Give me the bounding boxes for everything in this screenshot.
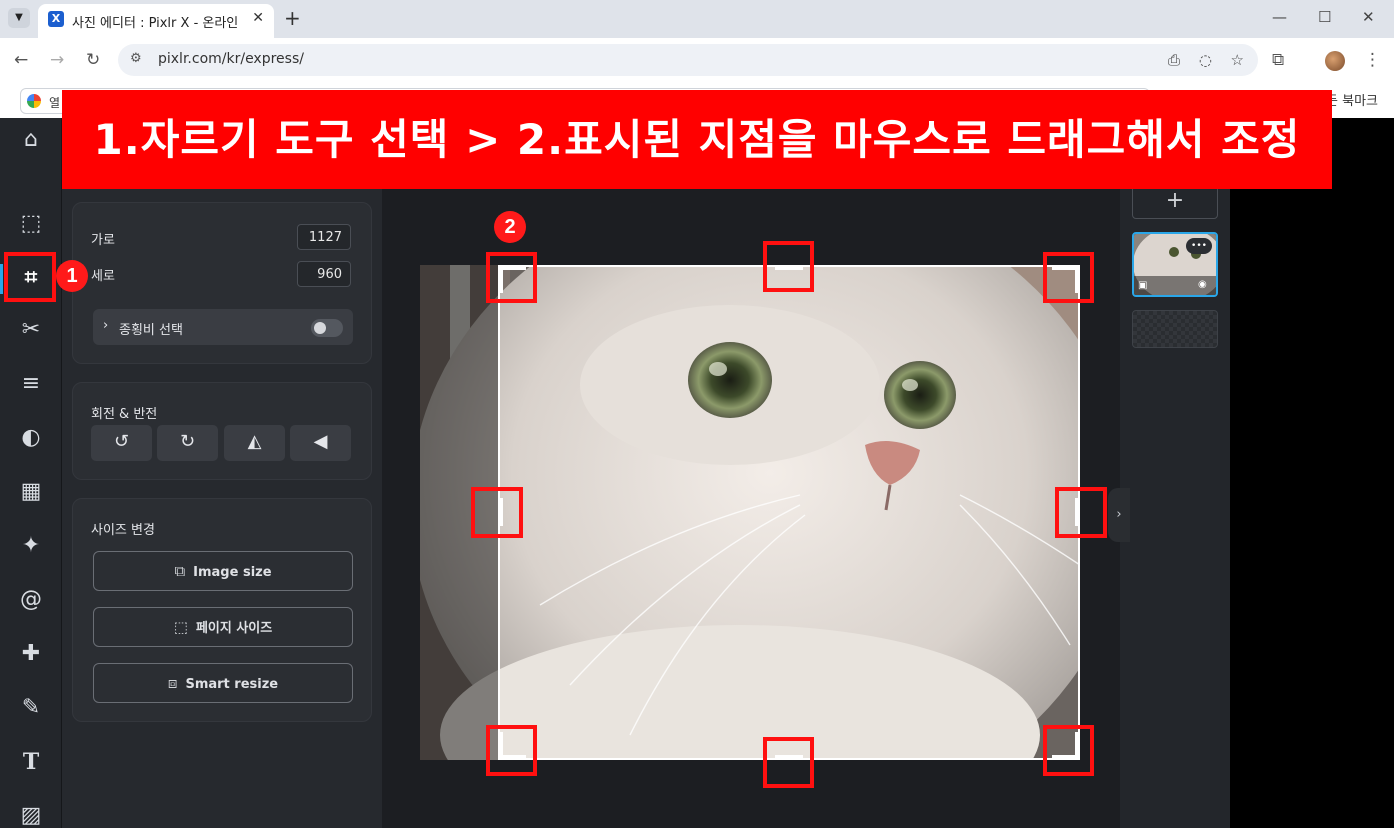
flip-horizontal-icon[interactable]: ◭ (224, 425, 285, 461)
maximize-icon[interactable]: ☐ (1318, 8, 1331, 26)
site-settings-icon[interactable]: ⚙ (130, 51, 142, 66)
layers-panel (1120, 118, 1230, 828)
aspect-ratio-selector[interactable]: › 종횡비 선택 (93, 309, 353, 345)
browser-tab-active[interactable]: X 사진 에디터 : Pixlr X - 온라인 ✕ (38, 4, 274, 38)
instruction-banner: 1.자르기 도구 선택 > 2.표시된 지점을 마우스로 드래그해서 조정 (62, 90, 1332, 189)
image-size-button[interactable]: ⧉ Image size (93, 551, 353, 591)
crop-frame[interactable] (498, 265, 1080, 760)
smart-resize-button[interactable]: ⧈ Smart resize (93, 663, 353, 703)
window-close-icon[interactable]: ✕ (1362, 8, 1375, 26)
height-input[interactable]: 960 (297, 261, 351, 287)
page-size-icon: ⬚ (173, 618, 188, 636)
text-icon[interactable]: T (0, 742, 62, 782)
step-badge-1: 1 (56, 260, 88, 292)
layer-thumbnail-transparent[interactable] (1132, 310, 1218, 348)
cutout-icon[interactable]: ✂ (0, 310, 62, 350)
bookmark-star-icon[interactable]: ☆ (1231, 51, 1244, 69)
tool-sidebar: ⌂ ⬚ ⌗ ✂ ≡ ◐ ▦ ✦ @ ✚ ✎ T ▨ (0, 118, 62, 828)
adjust-icon[interactable]: ≡ (0, 364, 62, 404)
width-label: 가로 (91, 233, 115, 248)
image-layer-icon: ▣ (1138, 280, 1148, 291)
page-size-label: 페이지 사이즈 (195, 621, 273, 636)
collapse-panel-chevron-icon[interactable]: › (1108, 488, 1130, 542)
screen: ▼ X 사진 에디터 : Pixlr X - 온라인 ✕ + — ☐ ✕ ← →… (0, 0, 1394, 828)
filter-icon[interactable]: ◐ (0, 418, 62, 458)
extensions-icon[interactable]: ⧉ (1272, 50, 1284, 70)
rotate-right-icon[interactable]: ↻ (157, 425, 218, 461)
address-bar[interactable]: ⚙ pixlr.com/kr/express/ ⎙ ◌ ☆ (118, 44, 1258, 76)
browser-tab-bar: ▼ X 사진 에디터 : Pixlr X - 온라인 ✕ + — ☐ ✕ (0, 0, 1394, 38)
retouch-icon[interactable]: ✚ (0, 634, 62, 674)
highlight-bottom (763, 737, 814, 788)
instruction-text: 1.자르기 도구 선택 > 2.표시된 지점을 마우스로 드래그해서 조정 (93, 115, 1301, 164)
all-bookmarks[interactable]: 든 북마크 (1326, 90, 1378, 109)
smart-resize-label: Smart resize (185, 677, 279, 692)
resize-title: 사이즈 변경 (91, 523, 155, 538)
bookmark-label: 열 (49, 96, 61, 110)
height-label: 세로 (91, 269, 115, 284)
page-size-button[interactable]: ⬚ 페이지 사이즈 (93, 607, 353, 647)
resize-card: 사이즈 변경 ⧉ Image size ⬚ 페이지 사이즈 ⧈ Smart resiz… (72, 498, 372, 722)
highlight-bottom-left (486, 725, 537, 776)
smart-resize-icon: ⧈ (167, 674, 178, 692)
flip-vertical-icon[interactable]: ◀ (290, 425, 351, 461)
back-icon[interactable]: ← (14, 50, 28, 70)
step-badge-2: 2 (494, 211, 526, 243)
layer-more-icon[interactable]: ••• (1186, 238, 1212, 254)
new-tab-icon[interactable]: + (284, 6, 301, 30)
tab-title: 사진 에디터 : Pixlr X - 온라인 (72, 16, 239, 31)
highlight-crop-tool (4, 252, 56, 302)
install-app-icon[interactable]: ⎙ (1168, 51, 1180, 69)
arrange-icon[interactable]: ⬚ (0, 204, 62, 244)
pattern-icon[interactable]: ▨ (0, 796, 62, 828)
width-input[interactable]: 1127 (297, 224, 351, 250)
menu-kebab-icon[interactable]: ⋮ (1364, 50, 1381, 70)
aspect-ratio-label: 종횡비 선택 (119, 323, 183, 338)
browser-toolbar: ← → ↻ ⚙ pixlr.com/kr/express/ ⎙ ◌ ☆ ⧉ ⋮ (0, 38, 1394, 82)
rotate-flip-title: 회전 & 반전 (91, 407, 158, 422)
rotate-left-icon[interactable]: ↺ (91, 425, 152, 461)
image-size-label: Image size (193, 565, 272, 580)
chevron-right-icon: › (103, 318, 109, 333)
google-icon (27, 94, 41, 108)
effect-icon[interactable]: ▦ (0, 472, 62, 512)
aspect-ratio-toggle[interactable] (311, 319, 343, 337)
image-size-icon: ⧉ (174, 562, 186, 580)
active-tool-indicator (0, 264, 3, 294)
ai-sparkle-icon[interactable]: ✦ (0, 526, 62, 566)
eye-off-icon[interactable]: ◌ (1199, 51, 1212, 69)
tab-close-icon[interactable]: ✕ (252, 10, 264, 26)
crop-size-card: 가로 1127 세로 960 › 종횡비 선택 (72, 202, 372, 364)
highlight-right (1055, 487, 1107, 538)
layer-thumbnail-photo[interactable]: ••• ▣ ◉ (1132, 232, 1218, 297)
highlight-top-right (1043, 252, 1094, 303)
minimize-icon[interactable]: — (1272, 8, 1287, 26)
home-icon[interactable]: ⌂ (0, 120, 62, 160)
url-text: pixlr.com/kr/express/ (158, 51, 304, 67)
liquify-icon[interactable]: @ (0, 580, 62, 620)
visibility-eye-icon[interactable]: ◉ (1198, 279, 1207, 290)
tab-search-dropdown-icon[interactable]: ▼ (8, 8, 30, 28)
highlight-top-left (486, 252, 537, 303)
highlight-left (471, 487, 523, 538)
empty-area (1230, 118, 1394, 828)
reload-icon[interactable]: ↻ (86, 50, 100, 70)
paint-icon[interactable]: ✎ (0, 688, 62, 728)
rotate-flip-card: 회전 & 반전 ↺ ↻ ◭ ◀ (72, 382, 372, 480)
profile-avatar[interactable] (1325, 51, 1345, 71)
forward-icon[interactable]: → (50, 50, 64, 70)
pixlr-favicon-icon: X (48, 11, 64, 27)
crop-properties-panel: 가로 1127 세로 960 › 종횡비 선택 회전 & 반전 ↺ ↻ ◭ ◀ … (62, 118, 382, 828)
highlight-bottom-right (1043, 725, 1094, 776)
highlight-top (763, 241, 814, 292)
